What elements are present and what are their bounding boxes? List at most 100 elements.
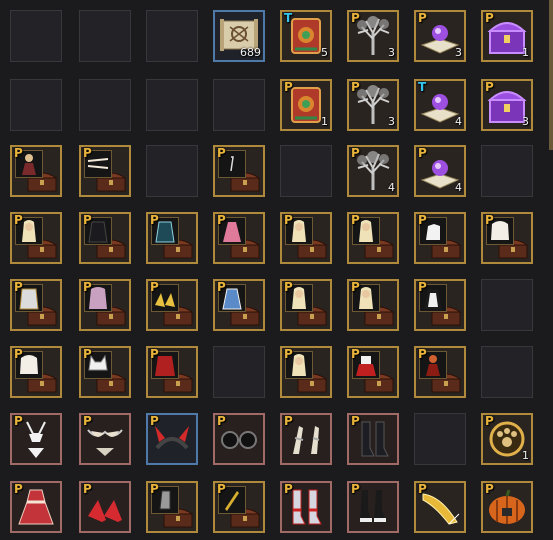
inventory-slot[interactable]: P3 (481, 79, 533, 131)
grade-letter: P (351, 11, 360, 25)
inventory-slot[interactable]: P (280, 212, 332, 264)
inventory-slot[interactable]: P (280, 279, 332, 331)
grade-letter: P (83, 414, 92, 428)
grade-letter: P (351, 213, 360, 227)
grade-letter: P (150, 213, 159, 227)
inventory-slot[interactable]: P (10, 481, 62, 533)
inventory-slot[interactable]: P (347, 481, 399, 533)
empty-inventory-slot[interactable] (481, 145, 533, 197)
inventory-slot[interactable]: P (414, 212, 466, 264)
inventory-slot[interactable]: P (79, 145, 131, 197)
grade-letter: P (14, 280, 23, 294)
scrollbar[interactable] (549, 0, 553, 150)
grade-letter: P (217, 280, 226, 294)
inventory-slot[interactable]: P (146, 413, 198, 465)
inventory-slot[interactable]: P3 (414, 10, 466, 62)
inventory-slot[interactable]: P (146, 346, 198, 398)
inventory-slot[interactable]: P (146, 212, 198, 264)
empty-inventory-slot[interactable] (280, 145, 332, 197)
inventory-slot[interactable]: P (79, 346, 131, 398)
inventory-slot[interactable]: P1 (280, 79, 332, 131)
inventory-slot[interactable]: P (213, 279, 265, 331)
inventory-slot[interactable]: P (414, 279, 466, 331)
inventory-slot[interactable]: P (213, 145, 265, 197)
grade-letter: P (150, 347, 159, 361)
inventory-slot[interactable]: P (146, 279, 198, 331)
empty-inventory-slot[interactable] (414, 413, 466, 465)
inventory-slot[interactable]: P (213, 413, 265, 465)
inventory-slot[interactable]: P (280, 413, 332, 465)
empty-inventory-slot[interactable] (10, 10, 62, 62)
grade-letter: P (14, 146, 23, 160)
grade-letter: P (14, 482, 23, 496)
grade-letter: P (14, 213, 23, 227)
grade-letter: P (418, 482, 427, 496)
grade-letter: T (418, 80, 427, 94)
inventory-slot[interactable]: P (10, 212, 62, 264)
grade-letter: P (284, 482, 293, 496)
inventory-slot[interactable]: P (79, 481, 131, 533)
inventory-slot[interactable]: P (10, 346, 62, 398)
inventory-slot[interactable]: P (10, 279, 62, 331)
empty-inventory-slot[interactable] (481, 279, 533, 331)
grade-letter: P (217, 414, 226, 428)
grade-letter: P (150, 280, 159, 294)
inventory-slot[interactable]: P (146, 481, 198, 533)
grade-letter: P (217, 482, 226, 496)
inventory-slot[interactable]: P (79, 212, 131, 264)
inventory-slot[interactable]: T5 (280, 10, 332, 62)
inventory-slot[interactable]: P (347, 279, 399, 331)
empty-inventory-slot[interactable] (10, 79, 62, 131)
inventory-grid: 689 T 5 P 3 P 3 P 1 P 1 P 3 T 4 P 3 P P P P 4 P 4 P P P P P P P P P P P P P P… (0, 0, 553, 540)
grade-letter: P (284, 347, 293, 361)
inventory-slot[interactable]: P (79, 413, 131, 465)
empty-inventory-slot[interactable] (213, 79, 265, 131)
empty-inventory-slot[interactable] (79, 10, 131, 62)
stack-count: 4 (388, 181, 395, 194)
inventory-slot[interactable]: P (347, 212, 399, 264)
inventory-slot[interactable]: P (10, 145, 62, 197)
grade-letter: P (351, 146, 360, 160)
empty-inventory-slot[interactable] (146, 10, 198, 62)
empty-inventory-slot[interactable] (79, 79, 131, 131)
stack-count: 4 (455, 115, 462, 128)
grade-letter: P (284, 414, 293, 428)
stack-count: 3 (388, 115, 395, 128)
grade-letter: P (485, 11, 494, 25)
grade-letter: P (83, 213, 92, 227)
inventory-slot[interactable]: P (414, 481, 466, 533)
empty-inventory-slot[interactable] (481, 346, 533, 398)
inventory-slot[interactable]: P1 (481, 10, 533, 62)
grade-letter: P (351, 347, 360, 361)
grade-letter: P (284, 80, 293, 94)
inventory-slot[interactable]: P3 (347, 10, 399, 62)
inventory-slot[interactable]: P (10, 413, 62, 465)
stack-count: 689 (240, 46, 261, 59)
inventory-slot[interactable]: P (347, 346, 399, 398)
empty-inventory-slot[interactable] (146, 145, 198, 197)
grade-letter: P (14, 347, 23, 361)
empty-inventory-slot[interactable] (213, 346, 265, 398)
inventory-slot[interactable]: T4 (414, 79, 466, 131)
stack-count: 1 (522, 449, 529, 462)
inventory-slot[interactable]: P3 (347, 79, 399, 131)
inventory-slot[interactable]: P (481, 212, 533, 264)
grade-letter: P (418, 11, 427, 25)
inventory-slot[interactable]: P (213, 481, 265, 533)
inventory-slot[interactable]: P (481, 481, 533, 533)
inventory-slot[interactable]: P (347, 413, 399, 465)
inventory-slot[interactable]: P (280, 346, 332, 398)
inventory-slot[interactable]: P (79, 279, 131, 331)
inventory-slot[interactable]: P (213, 212, 265, 264)
grade-letter: P (485, 80, 494, 94)
inventory-slot[interactable]: 689 (213, 10, 265, 62)
inventory-slot[interactable]: P1 (481, 413, 533, 465)
inventory-slot[interactable]: P (280, 481, 332, 533)
grade-letter: P (418, 146, 427, 160)
inventory-slot[interactable]: P4 (414, 145, 466, 197)
empty-inventory-slot[interactable] (146, 79, 198, 131)
stack-count: 3 (455, 46, 462, 59)
grade-letter: P (217, 213, 226, 227)
inventory-slot[interactable]: P4 (347, 145, 399, 197)
inventory-slot[interactable]: P (414, 346, 466, 398)
